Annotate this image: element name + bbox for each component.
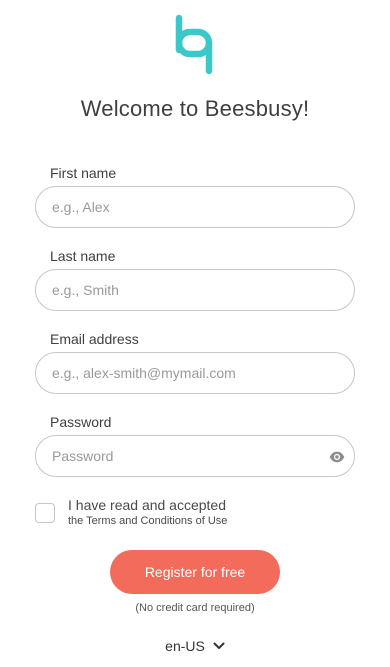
password-input[interactable]: [36, 436, 354, 476]
register-button[interactable]: Register for free: [110, 550, 280, 594]
last-name-field-container: [35, 269, 355, 311]
language-value: en-US: [165, 638, 205, 654]
language-selector[interactable]: en-US: [0, 638, 390, 654]
last-name-input[interactable]: [36, 270, 354, 310]
last-name-label: Last name: [50, 248, 116, 264]
email-label: Email address: [50, 331, 139, 347]
password-field-container: [35, 435, 355, 477]
first-name-label: First name: [50, 165, 117, 181]
password-label: Password: [50, 414, 112, 430]
chevron-down-icon: [213, 642, 225, 649]
email-input[interactable]: [36, 353, 354, 393]
email-field-container: [35, 352, 355, 394]
beesbusy-logo-icon: [175, 14, 213, 75]
terms-text-line1: I have read and accepted: [68, 497, 227, 513]
page-title: Welcome to Beesbusy!: [80, 96, 310, 121]
terms-link[interactable]: the Terms and Conditions of Use: [68, 515, 227, 527]
no-credit-card-note: (No credit card required): [135, 602, 255, 614]
first-name-input[interactable]: [36, 187, 354, 227]
first-name-field-container: [35, 186, 355, 228]
terms-checkbox[interactable]: [35, 503, 55, 523]
eye-icon[interactable]: [329, 449, 345, 465]
